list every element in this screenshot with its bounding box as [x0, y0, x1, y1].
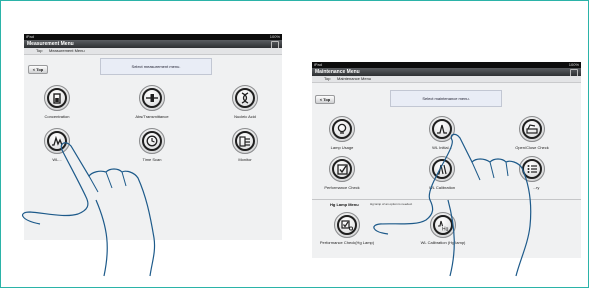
wavelength-scan-icon — [47, 131, 67, 151]
wavelength-peak-icon — [432, 119, 452, 139]
monitor-icon — [235, 131, 255, 151]
cuvette-icon — [47, 88, 67, 108]
performance-check-label: Performance Check — [324, 185, 360, 190]
hg-calibration-icon: Hg — [433, 215, 453, 235]
monitor-label: Monitor — [238, 157, 252, 162]
top-button[interactable]: < Top — [28, 65, 48, 74]
breadcrumb: Top Measurement Menu — [24, 48, 282, 55]
wl-calibration-hg-button[interactable]: Hg — [430, 212, 456, 238]
top-button[interactable]: < Top — [315, 95, 335, 104]
breadcrumb-top[interactable]: Top — [36, 48, 42, 54]
breadcrumb-current: Maintenance Menu — [337, 76, 372, 81]
breadcrumb: Top Maintenance Menu — [312, 76, 581, 83]
beam-sample-icon — [142, 88, 162, 108]
measurement-menu-screen: iPad 100% Measurement Menu Top Measureme… — [24, 34, 282, 240]
list-icon — [522, 159, 542, 179]
hg-check-icon — [337, 215, 357, 235]
calibration-icon — [432, 159, 452, 179]
abs-transmittance-label: Abs/Transmittance — [135, 114, 169, 119]
page-title: Measurement Menu — [27, 41, 74, 47]
checkbox-icon — [332, 159, 352, 179]
history-button[interactable] — [519, 156, 545, 182]
performance-check-hg-button[interactable] — [334, 212, 360, 238]
clock-icon — [142, 131, 162, 151]
wl-calibration-label: WL Calibration — [428, 185, 456, 190]
message-box: Select measurement menu. — [100, 58, 212, 75]
wavelength-scan-button[interactable] — [44, 128, 70, 154]
open-close-check-button[interactable] — [519, 116, 545, 142]
svg-text:Hg: Hg — [442, 226, 449, 231]
title-bar: Maintenance Menu — [312, 68, 581, 77]
title-bar: Measurement Menu — [24, 40, 282, 49]
lamp-usage-button[interactable] — [329, 116, 355, 142]
hg-section-title: Hg Lamp Menu — [330, 202, 359, 207]
monitor-button[interactable] — [232, 128, 258, 154]
concentration-label: Concentration — [44, 114, 70, 119]
section-divider — [312, 199, 581, 200]
history-label: ...ry — [532, 185, 540, 190]
wl-initialization-label: WL Initial... — [432, 145, 452, 150]
wl-initialization-button[interactable] — [429, 116, 455, 142]
breadcrumb-current: Measurement Menu — [49, 48, 85, 53]
time-scan-button[interactable] — [139, 128, 165, 154]
open-close-icon — [522, 119, 542, 139]
performance-check-hg-label: Performance Check(Hg Lamp) — [319, 240, 375, 245]
breadcrumb-top[interactable]: Top — [324, 76, 330, 82]
time-scan-label: Time Scan — [142, 157, 162, 162]
performance-check-button[interactable] — [329, 156, 355, 182]
wavelength-scan-label: WL... — [52, 157, 62, 162]
hg-section-note: Hg lamp of an option is needed. — [370, 202, 413, 206]
abs-transmittance-button[interactable] — [139, 85, 165, 111]
open-close-check-label: Open/Close Check — [515, 145, 549, 150]
wl-calibration-button[interactable] — [429, 156, 455, 182]
wl-calibration-hg-label: WL Calibration (Hg lamp) — [420, 240, 466, 245]
page-title: Maintenance Menu — [315, 69, 360, 75]
lamp-usage-label: Lamp Usage — [330, 145, 354, 150]
nucleic-acid-label: Nucleic Acid — [234, 114, 256, 119]
concentration-button[interactable] — [44, 85, 70, 111]
lamp-icon — [332, 119, 352, 139]
message-box: Select maintenance menu. — [390, 90, 502, 107]
dna-helix-icon — [235, 88, 255, 108]
maintenance-menu-screen: iPad 100% Maintenance Menu Top Maintenan… — [312, 62, 581, 258]
nucleic-acid-button[interactable] — [232, 85, 258, 111]
